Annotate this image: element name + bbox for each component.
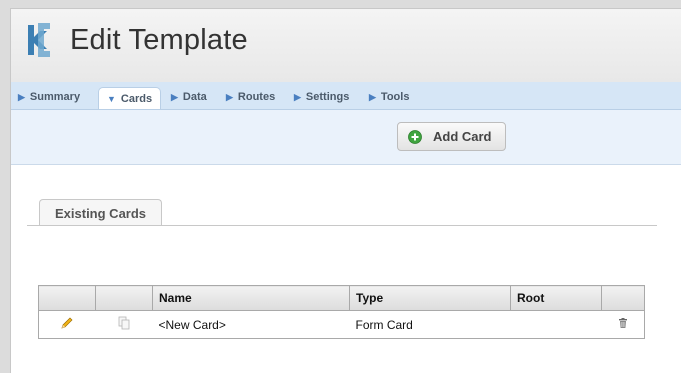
tab-settings[interactable]: ▶ Settings: [294, 91, 349, 103]
page-header: Edit Template: [11, 9, 681, 83]
card-name-cell[interactable]: <New Card>: [152, 310, 350, 339]
column-header-edit: [38, 285, 96, 311]
expanded-arrow-icon: ▼: [107, 93, 116, 104]
existing-cards-tab[interactable]: Existing Cards: [39, 199, 163, 226]
column-header-root[interactable]: Root: [510, 285, 602, 311]
add-card-button[interactable]: Add Card: [397, 122, 506, 151]
section-divider: [27, 225, 657, 226]
tab-label: Data: [182, 91, 207, 103]
card-root-cell: [510, 310, 602, 339]
trash-icon[interactable]: [617, 317, 629, 329]
tab-bar: ▶ Summary ▼ Cards ▶ Data ▶ Routes ▶ Sett…: [11, 82, 681, 110]
tab-data[interactable]: ▶ Data: [171, 91, 207, 103]
collapsed-arrow-icon: ▶: [369, 91, 376, 102]
pencil-icon[interactable]: [60, 316, 74, 330]
table-header-row: Name Type Root: [38, 285, 645, 311]
tab-summary[interactable]: ▶ Summary: [18, 91, 80, 103]
column-header-delete: [601, 285, 645, 311]
collapsed-arrow-icon: ▶: [171, 91, 178, 102]
tab-tools[interactable]: ▶ Tools: [369, 91, 409, 103]
cards-toolbar: Add Card: [11, 110, 681, 165]
tab-label: Tools: [380, 91, 410, 103]
collapsed-arrow-icon: ▶: [294, 91, 301, 102]
tab-label: Settings: [305, 91, 350, 103]
tab-label: Cards: [120, 92, 153, 105]
copy-cell: [95, 310, 153, 339]
column-header-copy: [95, 285, 153, 311]
add-circle-icon: [408, 129, 422, 144]
collapsed-arrow-icon: ▶: [18, 91, 25, 102]
tab-label: Summary: [29, 91, 81, 103]
tab-label: Routes: [237, 91, 276, 103]
app-window: Edit Template ▶ Summary ▼ Cards ▶ Data ▶…: [10, 8, 681, 373]
collapsed-arrow-icon: ▶: [226, 91, 233, 102]
card-type-cell: Form Card: [349, 310, 511, 339]
delete-cell: [601, 310, 645, 339]
add-card-label: Add Card: [433, 129, 492, 144]
cards-table: Name Type Root <New Card> Form Card: [38, 285, 645, 339]
copy-icon[interactable]: [117, 316, 131, 330]
app-logo: [28, 23, 50, 57]
tab-cards[interactable]: ▼ Cards: [98, 87, 162, 109]
column-header-name[interactable]: Name: [152, 285, 350, 311]
page-title: Edit Template: [70, 24, 248, 56]
tab-routes[interactable]: ▶ Routes: [226, 91, 275, 103]
column-header-type[interactable]: Type: [349, 285, 511, 311]
edit-cell: [38, 310, 96, 339]
table-row: <New Card> Form Card: [38, 310, 645, 339]
